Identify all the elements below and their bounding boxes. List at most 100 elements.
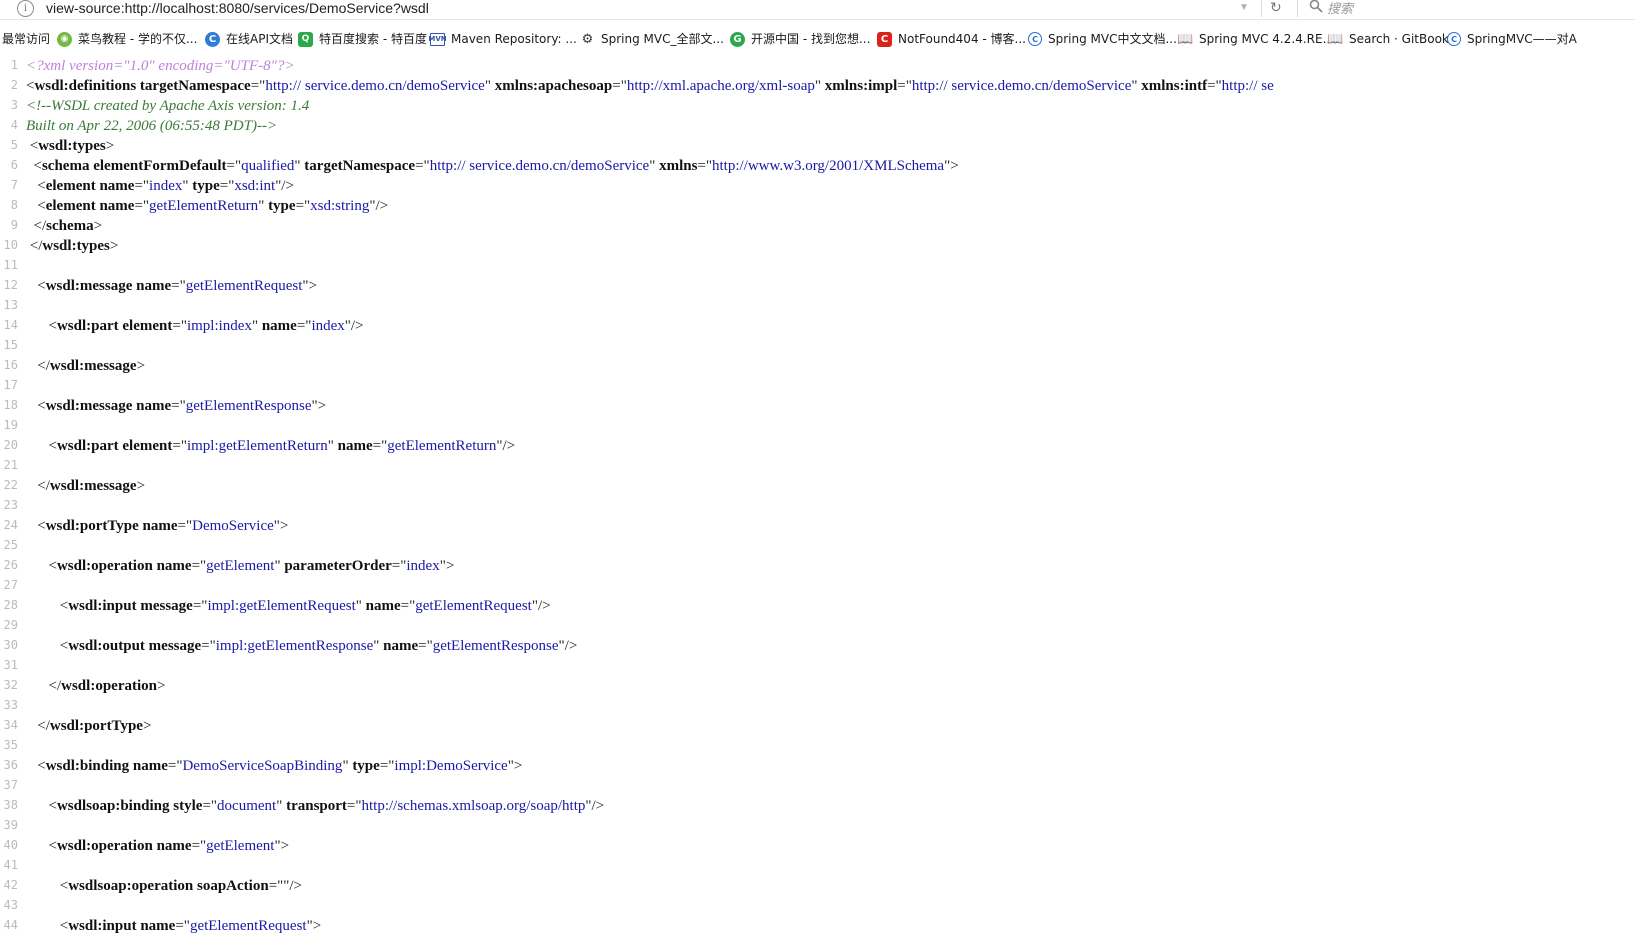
- attribute-value[interactable]: http://www.w3.org/2001/XMLSchema: [712, 158, 944, 174]
- punctuation: ": [182, 178, 193, 194]
- line-code: <wsdl:types>: [26, 138, 114, 155]
- line-number: 24: [3, 518, 18, 532]
- attribute-name: xmlns:apachesoap: [494, 78, 613, 94]
- line-number: 36: [3, 758, 18, 772]
- attribute-value: qualified: [241, 158, 295, 174]
- line-number: 29: [3, 618, 18, 632]
- bookmark-maven[interactable]: MVN Maven Repository: ...: [428, 28, 576, 50]
- tag-name: schema: [46, 218, 94, 234]
- bookmark-gitbook-search[interactable]: 📖 Search · GitBook: [1327, 28, 1449, 50]
- line-number: 38: [3, 798, 18, 812]
- attribute-value: index: [311, 318, 345, 334]
- source-line: 15: [0, 338, 1635, 358]
- punctuation: <: [37, 198, 46, 214]
- attribute-name: message: [140, 598, 193, 614]
- source-line: 26 <wsdl:operation name="getElement" par…: [0, 558, 1635, 578]
- c-blue-icon: C: [205, 31, 220, 47]
- line-number: 15: [3, 338, 18, 352]
- attribute-name: targetNamespace: [139, 78, 251, 94]
- bookmark-label: Spring MVC_全部文...: [601, 32, 724, 46]
- comment-text: Built on Apr 22, 2006 (06:55:48 PDT)-->: [26, 118, 278, 134]
- attribute-value[interactable]: http:// service.demo.cn/demoService: [430, 158, 650, 174]
- punctuation: <: [59, 878, 69, 894]
- attribute-name: transport: [286, 798, 347, 814]
- chevron-down-icon[interactable]: ▼: [1239, 2, 1249, 13]
- url-bar[interactable]: i view-source:http://localhost:8080/serv…: [0, 0, 1635, 20]
- line-code: <wsdl:message name="getElementResponse">: [26, 398, 326, 415]
- punctuation: ">: [274, 838, 290, 854]
- line-number: 33: [3, 698, 18, 712]
- bookmark-baidu-search[interactable]: Q 特百度搜索 - 特百度: [298, 28, 427, 50]
- source-line: 9 </schema>: [0, 218, 1635, 238]
- source-line: 2 <wsdl:definitions targetNamespace="http…: [0, 78, 1635, 98]
- source-line: 40 <wsdl:operation name="getElement">: [0, 838, 1635, 858]
- reload-icon[interactable]: ↻: [1270, 0, 1282, 16]
- punctuation: =": [897, 78, 912, 94]
- punctuation: >: [136, 358, 146, 374]
- attribute-value[interactable]: http:// se: [1222, 78, 1274, 94]
- source-line: 20 <wsdl:part element="impl:getElementRe…: [0, 438, 1635, 458]
- source-line: 3 <!--WSDL created by Apache Axis version…: [0, 98, 1635, 118]
- punctuation: <: [48, 318, 57, 334]
- punctuation: "/>: [558, 638, 578, 654]
- attribute-value: index: [149, 178, 183, 194]
- punctuation: <: [48, 838, 57, 854]
- punctuation: =": [295, 198, 311, 214]
- line-code: <element name="index" type="xsd:int"/>: [26, 178, 294, 195]
- line-number: 41: [3, 858, 18, 872]
- bookmark-runoob[interactable]: ◉ 菜鸟教程 - 学的不仅...: [57, 28, 197, 50]
- line-code: <schema elementFormDefault="qualified" t…: [26, 158, 959, 175]
- bookmark-springmvc[interactable]: C SpringMVC——对A: [1447, 28, 1577, 50]
- attribute-value[interactable]: http://xml.apache.org/xml-soap: [627, 78, 815, 94]
- line-code: <element name="getElementReturn" type="x…: [26, 198, 388, 215]
- source-line: 24 <wsdl:portType name="DemoService">: [0, 518, 1635, 538]
- line-code: <wsdl:message name="getElementRequest">: [26, 278, 317, 295]
- punctuation: >: [136, 478, 146, 494]
- attribute-value[interactable]: http:// service.demo.cn/demoService: [912, 78, 1132, 94]
- source-line: 11: [0, 258, 1635, 278]
- punctuation: =": [226, 158, 242, 174]
- attribute-value[interactable]: http://schemas.xmlsoap.org/soap/http: [362, 798, 586, 814]
- line-code: <wsdlsoap:operation soapAction=""/>: [26, 878, 302, 895]
- bookmark-notfound404[interactable]: C NotFound404 - 博客...: [877, 28, 1026, 50]
- source-line: 12 <wsdl:message name="getElementRequest…: [0, 278, 1635, 298]
- source-line: 27: [0, 578, 1635, 598]
- line-code: <wsdl:output message="impl:getElementRes…: [26, 638, 578, 655]
- punctuation: ": [342, 758, 353, 774]
- bookmark-label: 在线API文档: [226, 32, 293, 46]
- line-number: 4: [10, 118, 18, 132]
- url-field[interactable]: view-source:http://localhost:8080/servic…: [46, 0, 429, 17]
- search-input[interactable]: [1327, 0, 1627, 17]
- source-line: 1 <?xml version="1.0" encoding="UTF-8"?>: [0, 58, 1635, 78]
- punctuation: "/>: [344, 318, 364, 334]
- line-number: 44: [3, 918, 18, 932]
- attribute-value: getElementResponse: [432, 638, 559, 654]
- source-line: 22 </wsdl:message>: [0, 478, 1635, 498]
- attribute-name: name: [365, 598, 401, 614]
- info-icon[interactable]: i: [17, 0, 34, 17]
- line-number: 25: [3, 538, 18, 552]
- bookmark-spring-mvc[interactable]: ⚙ Spring MVC_全部文...: [580, 28, 724, 50]
- attribute-name: elementFormDefault: [93, 158, 227, 174]
- tag-name: wsdl:message: [45, 278, 133, 294]
- line-number: 17: [3, 378, 18, 392]
- bookmark-spring-mvc-docs[interactable]: C Spring MVC中文文档...: [1028, 28, 1177, 50]
- line-code: </wsdl:portType>: [26, 718, 151, 735]
- attribute-value: getElement: [206, 558, 275, 574]
- line-number: 5: [10, 138, 18, 152]
- bookmark-oschina[interactable]: G 开源中国 - 找到您想...: [730, 28, 870, 50]
- bookmark-online-api[interactable]: C 在线API文档: [205, 28, 293, 50]
- bookmark-spring-mvc-424[interactable]: 📖 Spring MVC 4.2.4.RE...: [1177, 28, 1334, 50]
- attribute-name: name: [383, 638, 419, 654]
- bookmark-most-visited[interactable]: 最常访问: [2, 28, 50, 50]
- punctuation: "/>: [369, 198, 389, 214]
- attribute-value: getElementRequest: [185, 278, 303, 294]
- punctuation: "/>: [585, 798, 605, 814]
- line-number: 22: [3, 478, 18, 492]
- line-number: 10: [3, 238, 18, 252]
- line-code: <wsdl:operation name="getElement" parame…: [26, 558, 455, 575]
- attribute-value[interactable]: http:// service.demo.cn/demoService: [265, 78, 485, 94]
- line-code: Built on Apr 22, 2006 (06:55:48 PDT)-->: [26, 118, 277, 135]
- tag-name: wsdl:operation: [61, 678, 157, 694]
- punctuation: =": [167, 758, 183, 774]
